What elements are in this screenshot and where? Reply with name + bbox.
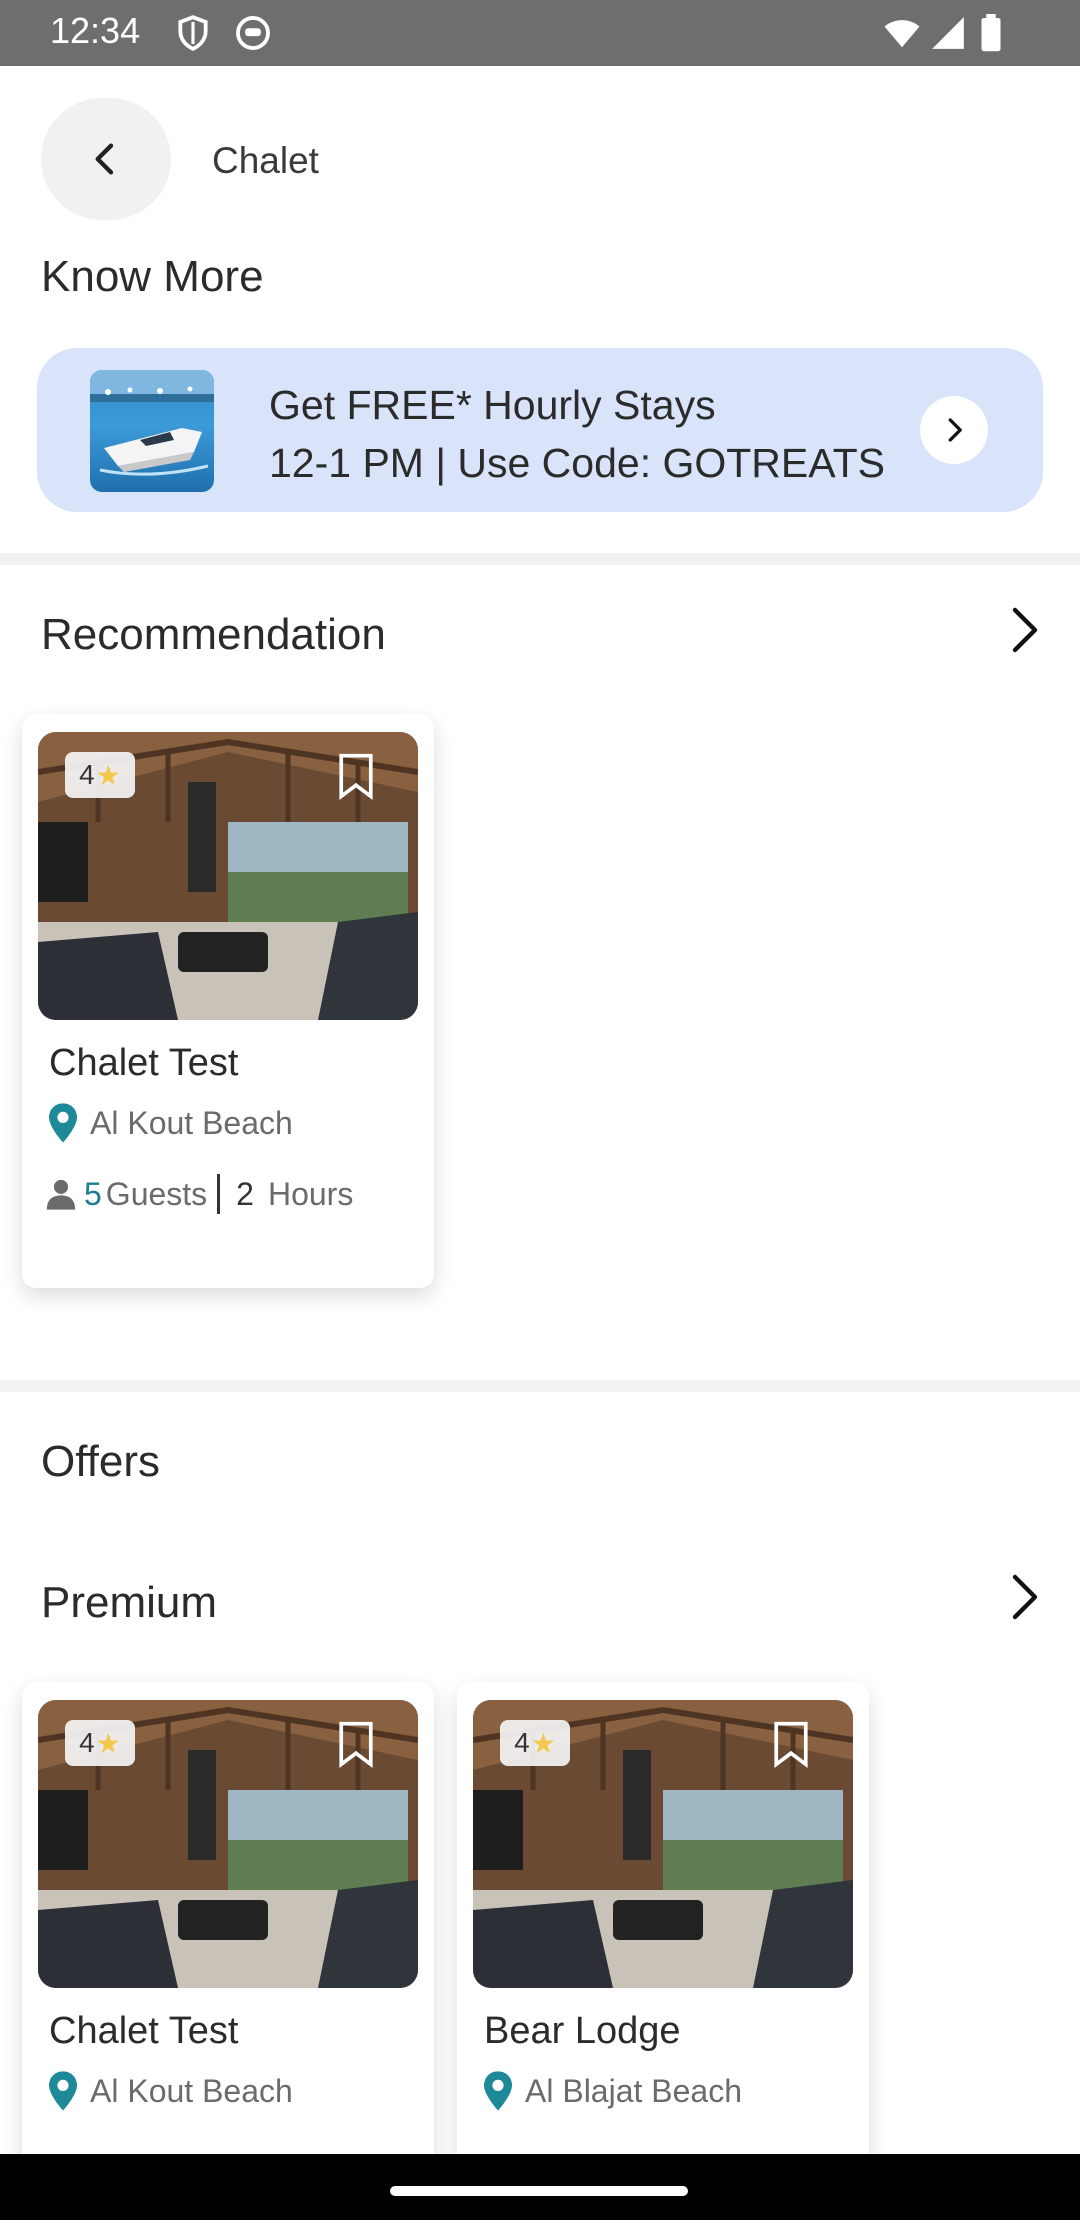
listing-location: Al Kout Beach — [46, 2070, 293, 2112]
listing-image: 4 ★ — [38, 732, 418, 1020]
listing-image: 4 ★ — [473, 1700, 853, 1988]
star-icon: ★ — [530, 1727, 556, 1759]
status-bar: 12:34 — [0, 0, 1080, 66]
back-button[interactable] — [41, 98, 171, 220]
listing-location-text: Al Blajat Beach — [525, 2072, 743, 2109]
bookmark-icon[interactable] — [772, 1720, 810, 1768]
promo-banner[interactable]: Get FREE* Hourly Stays 12-1 PM | Use Cod… — [37, 348, 1043, 512]
listing-location-text: Al Kout Beach — [90, 2072, 293, 2109]
promo-line2: 12-1 PM | Use Code: GOTREATS — [269, 440, 885, 486]
recommendation-title: Recommendation — [41, 610, 386, 659]
meta-separator — [217, 1174, 221, 1214]
rating-badge: 4 ★ — [65, 752, 135, 798]
status-time: 12:34 — [50, 10, 141, 51]
promo-line1: Get FREE* Hourly Stays — [269, 382, 716, 428]
know-more-title: Know More — [41, 252, 264, 301]
premium-more-button[interactable] — [1000, 1567, 1050, 1627]
listing-image: 4 ★ — [38, 1700, 418, 1988]
promo-text: Get FREE* Hourly Stays 12-1 PM | Use Cod… — [269, 376, 885, 492]
rating-badge: 4 ★ — [500, 1720, 570, 1766]
signal-icon — [932, 17, 964, 49]
listing-location: Al Kout Beach — [46, 1102, 293, 1144]
listing-location: Al Blajat Beach — [481, 2070, 742, 2112]
guests-label: Guests — [105, 1175, 208, 1212]
location-pin-icon — [49, 2071, 77, 2111]
chevron-right-icon — [1012, 1574, 1038, 1620]
listing-meta: 5 Guests 2 Hours — [44, 1174, 353, 1214]
listing-card[interactable]: 4 ★ Chalet Test Al Kout Beach — [22, 1682, 434, 2202]
wifi-icon — [884, 20, 920, 48]
hours-count: 2 — [236, 1175, 254, 1212]
divider — [0, 553, 1080, 565]
listing-card[interactable]: 4 ★ Chalet Test Al Kout Beach 5 Guests 2 … — [22, 714, 434, 1288]
shield-icon — [178, 15, 208, 51]
chevron-right-icon — [1012, 607, 1038, 653]
star-icon: ★ — [95, 759, 121, 791]
bookmark-icon[interactable] — [337, 752, 375, 800]
promo-arrow-button[interactable] — [920, 396, 988, 464]
offers-title: Offers — [41, 1437, 161, 1486]
rating-badge: 4 ★ — [65, 1720, 135, 1766]
chevron-right-icon — [948, 418, 962, 442]
location-pin-icon — [49, 1103, 77, 1143]
listing-name: Bear Lodge — [484, 2010, 681, 2052]
listing-card[interactable]: 4 ★ Bear Lodge Al Blajat Beach — [457, 1682, 869, 2202]
person-icon — [46, 1179, 76, 1210]
app-header: Chalet — [0, 66, 1080, 252]
battery-icon — [981, 14, 1001, 52]
listing-name: Chalet Test — [49, 1042, 239, 1084]
rating-value: 4 — [79, 759, 95, 790]
divider — [0, 1380, 1080, 1392]
listing-name: Chalet Test — [49, 2010, 239, 2052]
premium-title: Premium — [41, 1578, 218, 1627]
promo-image — [90, 370, 214, 492]
guests-count: 5 — [84, 1175, 102, 1212]
location-pin-icon — [484, 2071, 512, 2111]
face-icon — [236, 16, 270, 50]
recommendation-more-button[interactable] — [1000, 600, 1050, 660]
hours-label: Hours — [267, 1175, 354, 1212]
chevron-left-icon — [95, 143, 114, 175]
home-gesture-handle[interactable] — [390, 2186, 688, 2196]
rating-value: 4 — [514, 1727, 530, 1758]
page-title: Chalet — [212, 140, 319, 181]
rating-value: 4 — [79, 1727, 95, 1758]
system-nav-bar — [0, 2154, 1080, 2220]
listing-location-text: Al Kout Beach — [90, 1104, 293, 1141]
star-icon: ★ — [95, 1727, 121, 1759]
bookmark-icon[interactable] — [337, 1720, 375, 1768]
